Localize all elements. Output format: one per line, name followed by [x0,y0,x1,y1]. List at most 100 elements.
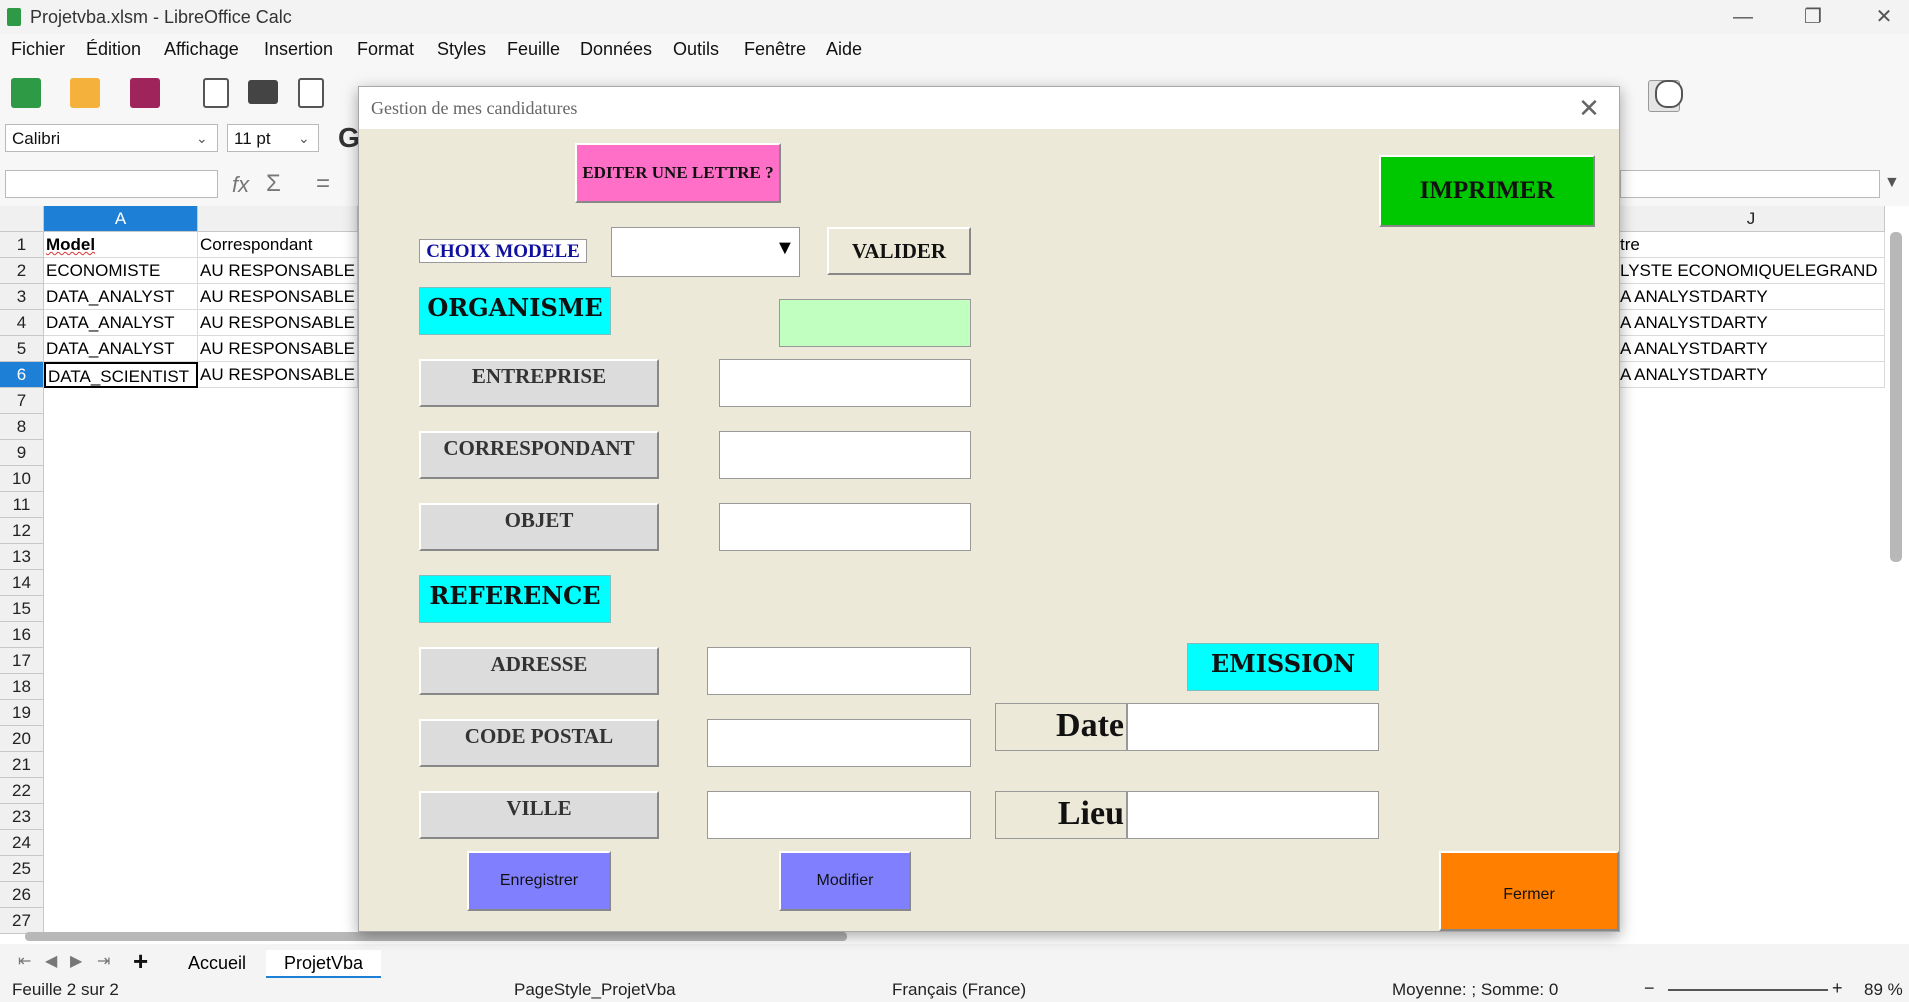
cell-a3[interactable]: DATA_ANALYST [44,284,198,310]
bold-button[interactable]: G [338,122,360,154]
expand-formula-icon[interactable]: ▼ [1884,174,1900,192]
corner-header[interactable] [0,206,44,232]
lieu-field[interactable] [1127,791,1379,839]
next-sheet-icon[interactable]: ▶ [70,951,82,971]
cell-b3[interactable]: AU RESPONSABLE II [198,284,358,310]
cell-j6[interactable]: A ANALYSTDARTY [1618,362,1885,388]
cell-b5[interactable]: AU RESPONSABLE II [198,336,358,362]
zoom-minus-icon[interactable]: − [1644,978,1655,999]
entreprise-field[interactable] [719,359,971,407]
modele-dropdown[interactable] [611,227,800,277]
column-header-a[interactable]: A [44,206,198,232]
imprimer-button[interactable]: IMPRIMER [1379,155,1595,227]
new-document-icon[interactable] [11,78,41,108]
open-folder-icon[interactable] [70,78,100,108]
print-icon[interactable] [248,80,278,104]
menu-affichage[interactable]: Affichage [164,39,239,60]
enregistrer-button[interactable]: Enregistrer [467,851,611,911]
cell-j3[interactable]: A ANALYSTDARTY [1618,284,1885,310]
first-sheet-icon[interactable]: ⇤ [18,951,31,971]
vertical-scrollbar[interactable] [1890,232,1902,562]
minimize-button[interactable]: — [1723,4,1763,30]
row-header-6[interactable]: 6 [0,362,44,388]
last-sheet-icon[interactable]: ⇥ [97,951,110,971]
row-header-11[interactable]: 11 [0,492,44,518]
row-header-8[interactable]: 8 [0,414,44,440]
menu-styles[interactable]: Styles [437,39,486,60]
chevron-down-icon[interactable]: ⌄ [298,130,310,147]
dialog-close-icon[interactable]: ✕ [1574,93,1604,123]
correspondant-field[interactable] [719,431,971,479]
cell-j1[interactable]: tre [1618,232,1885,258]
menu-feuille[interactable]: Feuille [507,39,560,60]
add-sheet-icon[interactable]: + [133,946,148,977]
zoom-slider[interactable] [1668,989,1828,991]
fermer-button[interactable]: Fermer [1439,851,1619,931]
menu-outils[interactable]: Outils [673,39,719,60]
font-name-combo[interactable]: Calibri [5,124,218,152]
organisme-field[interactable] [779,299,971,347]
row-header-10[interactable]: 10 [0,466,44,492]
zoom-plus-icon[interactable]: + [1832,978,1843,999]
save-icon[interactable] [130,78,160,108]
column-header-b[interactable] [198,206,358,232]
adresse-field[interactable] [707,647,971,695]
row-header-19[interactable]: 19 [0,700,44,726]
cell-b6[interactable]: AU RESPONSABLE II [198,362,358,388]
name-box[interactable] [5,170,218,198]
column-header-j[interactable]: J [1618,206,1885,232]
dropdown-arrow-icon[interactable]: ▼ [775,237,795,260]
cell-a1[interactable]: Model [44,232,198,258]
row-header-16[interactable]: 16 [0,622,44,648]
menu-edition[interactable]: Édition [86,39,141,60]
zoom-level[interactable]: 89 % [1864,980,1903,1000]
horizontal-scrollbar[interactable] [25,932,847,941]
cell-b1[interactable]: Correspondant [198,232,358,258]
row-header-5[interactable]: 5 [0,336,44,362]
row-header-25[interactable]: 25 [0,856,44,882]
cell-b4[interactable]: AU RESPONSABLE II [198,310,358,336]
maximize-button[interactable]: ❐ [1793,4,1833,30]
cell-a2[interactable]: ECONOMISTE [44,258,198,284]
menu-format[interactable]: Format [357,39,414,60]
sheet-tab-accueil[interactable]: Accueil [170,950,264,976]
export-pdf-icon[interactable] [203,78,229,108]
row-header-26[interactable]: 26 [0,882,44,908]
row-header-20[interactable]: 20 [0,726,44,752]
cell-b2[interactable]: AU RESPONSABLE D [198,258,358,284]
row-header-3[interactable]: 3 [0,284,44,310]
row-header-12[interactable]: 12 [0,518,44,544]
cell-a5[interactable]: DATA_ANALYST [44,336,198,362]
prev-sheet-icon[interactable]: ◀ [45,951,57,971]
menu-aide[interactable]: Aide [826,39,862,60]
row-header-21[interactable]: 21 [0,752,44,778]
language-status[interactable]: Français (France) [892,980,1026,1000]
row-header-17[interactable]: 17 [0,648,44,674]
row-header-23[interactable]: 23 [0,804,44,830]
print-preview-icon[interactable] [298,78,324,108]
row-header-14[interactable]: 14 [0,570,44,596]
cell-j2[interactable]: LYSTE ECONOMIQUELEGRAND [1618,258,1885,284]
function-wizard-icon[interactable]: fx [232,172,249,198]
sheet-tab-projetvba[interactable]: ProjetVba [266,950,382,978]
cell-j5[interactable]: A ANALYSTDARTY [1618,336,1885,362]
row-header-18[interactable]: 18 [0,674,44,700]
cell-a4[interactable]: DATA_ANALYST [44,310,198,336]
chevron-down-icon[interactable]: ⌄ [196,130,208,147]
menu-donnees[interactable]: Données [580,39,652,60]
row-header-15[interactable]: 15 [0,596,44,622]
menu-fenetre[interactable]: Fenêtre [744,39,806,60]
cell-j4[interactable]: A ANALYSTDARTY [1618,310,1885,336]
row-header-24[interactable]: 24 [0,830,44,856]
row-header-2[interactable]: 2 [0,258,44,284]
valider-button[interactable]: VALIDER [827,227,971,275]
date-field[interactable] [1127,703,1379,751]
editer-lettre-button[interactable]: EDITER UNE LETTRE ? [575,143,781,203]
selection-stats[interactable]: Moyenne: ; Somme: 0 [1392,980,1558,1000]
cell-a6-selected[interactable]: DATA_SCIENTIST [44,362,198,388]
sum-icon[interactable]: Σ [266,170,281,198]
menu-fichier[interactable]: Fichier [11,39,65,60]
code-postal-field[interactable] [707,719,971,767]
menu-insertion[interactable]: Insertion [264,39,333,60]
equals-icon[interactable]: = [316,170,330,198]
